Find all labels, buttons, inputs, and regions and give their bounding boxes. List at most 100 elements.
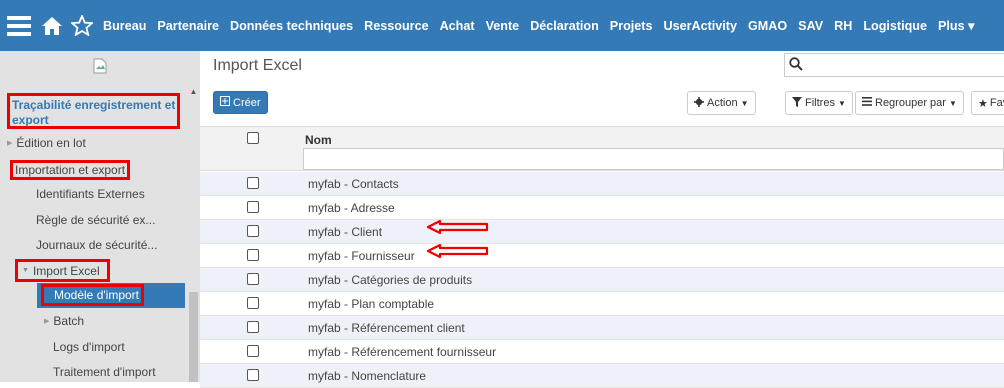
groupby-label: Regrouper par	[875, 97, 946, 109]
row-name: myfab - Fournisseur	[308, 249, 415, 263]
filters-label: Filtres	[805, 97, 835, 109]
sidebar-item-label: Traitement d'import	[53, 365, 156, 379]
create-button[interactable]: Créer	[213, 91, 268, 114]
row-checkbox[interactable]	[247, 273, 259, 285]
row-name: myfab - Plan comptable	[308, 297, 435, 311]
nav-rh[interactable]: RH	[834, 19, 852, 33]
caret-down-icon: ▼	[22, 267, 29, 274]
nav-gmao[interactable]: GMAO	[748, 19, 787, 33]
table-row[interactable]: myfab - Client	[200, 220, 1004, 244]
caret-right-icon: ▶	[7, 140, 13, 147]
star-filled-icon: ★	[978, 97, 988, 110]
row-name: myfab - Client	[308, 225, 383, 239]
sidebar-item-batch[interactable]: ▶ Batch	[44, 314, 200, 328]
gear-icon	[694, 96, 704, 110]
annotation-arrow-icon	[426, 244, 489, 258]
sidebar-item-label: Importation et export	[15, 163, 126, 177]
table-row[interactable]: myfab - Référencement fournisseur	[200, 340, 1004, 364]
nav-achat[interactable]: Achat	[440, 19, 475, 33]
row-checkbox[interactable]	[247, 201, 259, 213]
row-name: myfab - Catégories de produits	[308, 273, 473, 287]
row-name: myfab - Adresse	[308, 201, 395, 215]
filters-dropdown[interactable]: Filtres ▼	[785, 91, 853, 115]
sidebar-item-label: Journaux de sécurité...	[36, 238, 158, 252]
hamburger-menu-icon[interactable]	[7, 15, 31, 36]
sidebar-item-label: Identifiants Externes	[36, 187, 145, 201]
nav-declaration[interactable]: Déclaration	[530, 19, 599, 33]
sidebar-item-journaux-securite[interactable]: Journaux de sécurité...	[36, 238, 200, 252]
row-name: myfab - Référencement fournisseur	[308, 345, 497, 359]
plus-square-icon	[220, 96, 230, 109]
chevron-down-icon: ▼	[948, 98, 957, 108]
sidebar-item-logs-import[interactable]: Logs d'import	[53, 340, 200, 354]
nav-vente[interactable]: Vente	[486, 19, 520, 33]
action-label: Action	[707, 97, 738, 109]
sidebar-scrollbar[interactable]: ▲	[187, 87, 200, 382]
table-row[interactable]: myfab - Nomenclature	[200, 364, 1004, 388]
row-checkbox[interactable]	[247, 345, 259, 357]
main-menu: Bureau Partenaire Données techniques Res…	[103, 18, 985, 34]
nav-ressource[interactable]: Ressource	[364, 19, 428, 33]
row-checkbox[interactable]	[247, 177, 259, 189]
top-navbar: Bureau Partenaire Données techniques Res…	[0, 0, 1004, 51]
sidebar-item-label: Logs d'import	[53, 340, 125, 354]
row-checkbox[interactable]	[247, 249, 259, 261]
nav-plus[interactable]: Plus ▾	[938, 18, 974, 33]
column-filter-input[interactable]	[303, 148, 1004, 170]
groupby-dropdown[interactable]: Regrouper par ▼	[855, 91, 964, 115]
table-row[interactable]: myfab - Catégories de produits	[200, 268, 1004, 292]
sidebar-item-label: Modèle d'import	[54, 288, 139, 302]
sidebar-item-label: Édition en lot	[16, 136, 86, 150]
sidebar-item-label: Batch	[53, 314, 85, 328]
nav-bureau[interactable]: Bureau	[103, 19, 146, 33]
sidebar: Traçabilité enregistrement et export ▶ É…	[0, 51, 200, 382]
row-checkbox[interactable]	[247, 297, 259, 309]
select-all-checkbox[interactable]	[247, 132, 259, 144]
row-name: myfab - Contacts	[308, 177, 399, 191]
star-icon[interactable]	[71, 15, 93, 36]
table-row[interactable]: myfab - Fournisseur	[200, 244, 1004, 268]
row-checkbox[interactable]	[247, 321, 259, 333]
search-icon	[789, 57, 803, 74]
search-input[interactable]	[784, 53, 1004, 77]
table-row[interactable]: myfab - Plan comptable	[200, 292, 1004, 316]
control-panel-header: Import Excel	[200, 51, 1004, 84]
nav-partenaire[interactable]: Partenaire	[157, 19, 219, 33]
sidebar-item-import-excel[interactable]: ▼ Import Excel	[15, 259, 110, 282]
nav-donnees-techniques[interactable]: Données techniques	[230, 19, 353, 33]
sidebar-item-label: Import Excel	[32, 263, 100, 278]
row-name: myfab - Nomenclature	[308, 369, 427, 383]
sidebar-item-identifiants-externes[interactable]: Identifiants Externes	[36, 187, 200, 201]
favorites-dropdown[interactable]: ★ Fav	[971, 91, 1004, 115]
row-checkbox[interactable]	[247, 369, 259, 381]
column-header-nom[interactable]: Nom	[305, 133, 332, 147]
sidebar-item-regle-securite[interactable]: Règle de sécurité ex...	[36, 213, 200, 227]
main-content: Import Excel Créer Action ▼ Filtres ▼ Re…	[200, 51, 1004, 388]
caret-right-icon: ▶	[44, 318, 50, 325]
sidebar-item-label: Règle de sécurité ex...	[36, 213, 156, 227]
nav-projets[interactable]: Projets	[610, 19, 653, 33]
nav-useractivity[interactable]: UserActivity	[663, 19, 737, 33]
row-name: myfab - Référencement client	[308, 321, 465, 335]
nav-sav[interactable]: SAV	[798, 19, 823, 33]
table-row[interactable]: myfab - Adresse	[200, 196, 1004, 220]
row-checkbox[interactable]	[247, 225, 259, 237]
table-row[interactable]: myfab - Référencement client	[200, 316, 1004, 340]
favorites-label: Fav	[989, 97, 1004, 109]
filter-icon	[792, 96, 802, 110]
sidebar-item-traitement-import[interactable]: Traitement d'import	[53, 365, 200, 379]
table-row[interactable]: myfab - Contacts	[200, 172, 1004, 196]
page-title: Import Excel	[213, 57, 302, 74]
broken-image-icon	[0, 51, 200, 81]
action-dropdown[interactable]: Action ▼	[687, 91, 756, 115]
nav-logistique[interactable]: Logistique	[863, 19, 927, 33]
scrollbar-thumb[interactable]	[189, 292, 198, 382]
sidebar-section-heading[interactable]: Traçabilité enregistrement et export	[7, 93, 180, 129]
home-icon[interactable]	[41, 16, 63, 36]
scroll-up-arrow-icon[interactable]: ▲	[187, 87, 200, 97]
sidebar-item-edition-en-lot[interactable]: ▶ Édition en lot	[7, 136, 194, 150]
annotation-arrow-icon	[426, 220, 489, 234]
chevron-down-icon: ▼	[740, 98, 749, 108]
sidebar-item-importation-export[interactable]: Importation et export	[10, 160, 130, 180]
sidebar-item-modele-import[interactable]: Modèle d'import	[41, 284, 144, 306]
